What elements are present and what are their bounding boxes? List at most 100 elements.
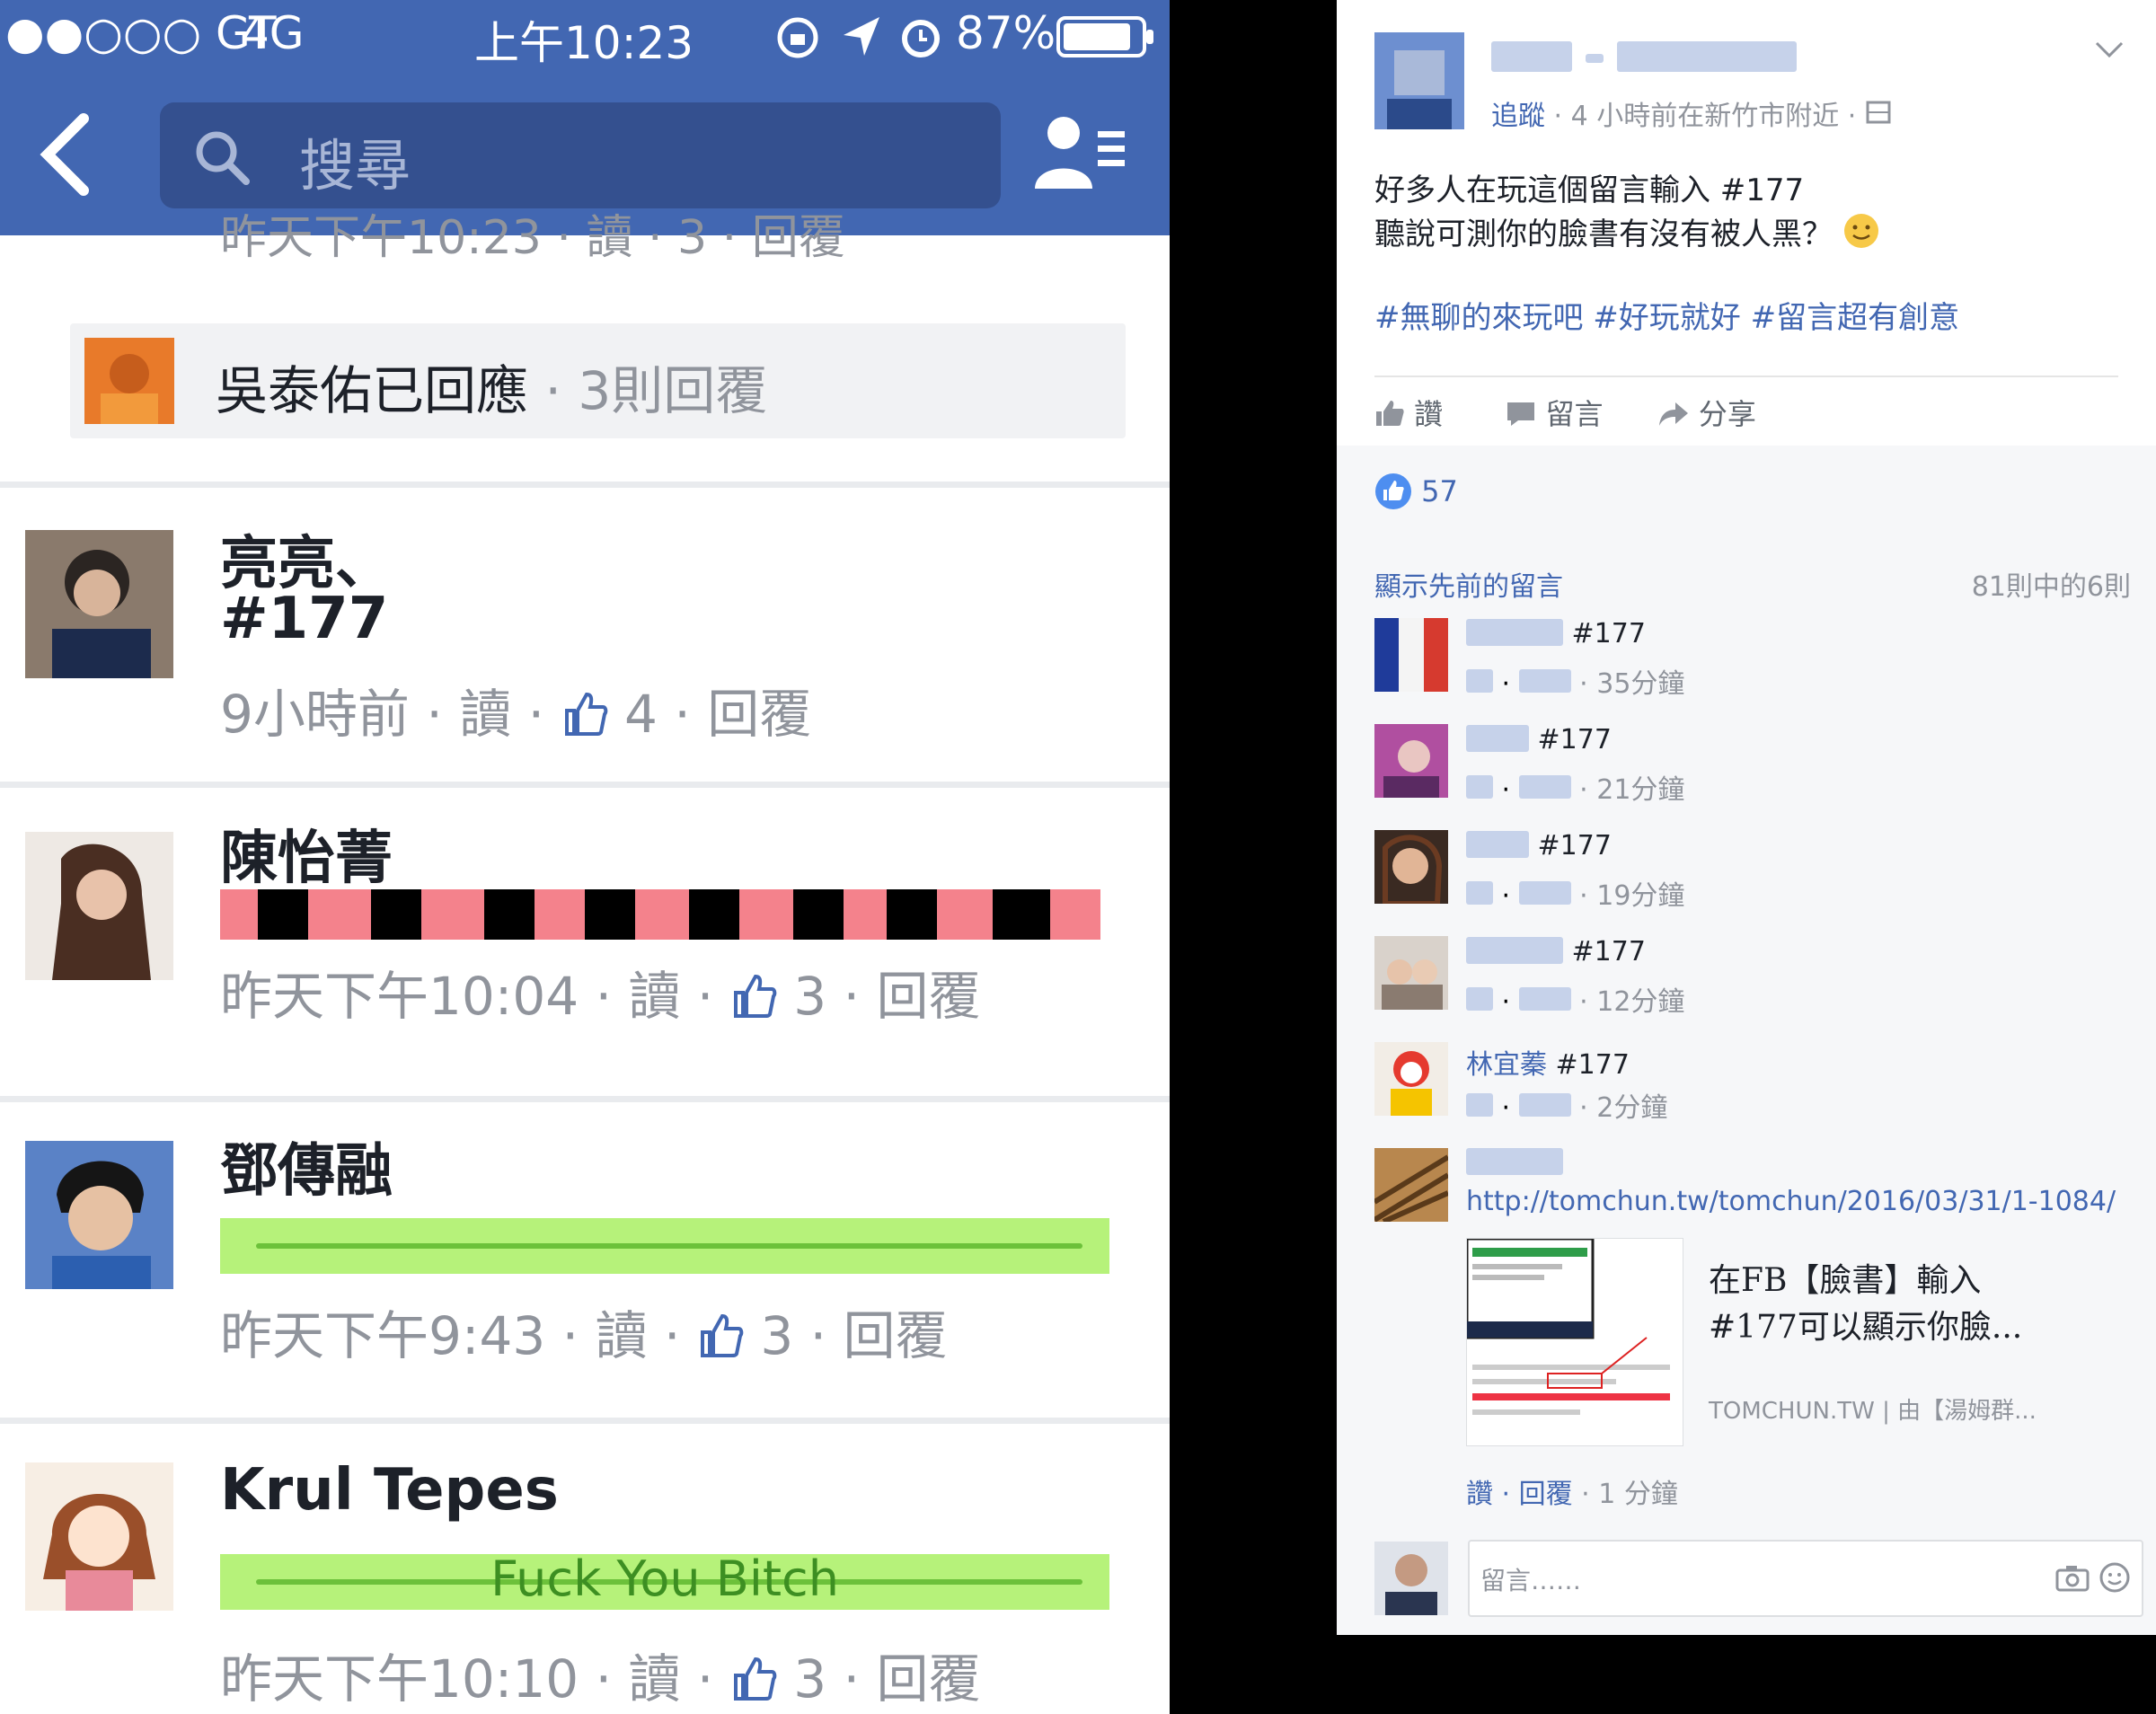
back-icon[interactable] (34, 110, 97, 203)
like-count: 3 (793, 966, 827, 1027)
alarm-icon (897, 13, 945, 72)
comment-text: #177 (220, 586, 389, 652)
comment-line: #177 (1466, 936, 1646, 967)
avatar[interactable] (25, 1462, 173, 1611)
comment-item: http://tomchun.tw/tomchun/2016/03/31/1-1… (1374, 1148, 2147, 1510)
link-preview-title[interactable]: 在FB【臉書】輸入 #177可以顯示你臉... (1709, 1258, 2022, 1351)
search-input[interactable]: 搜尋 (160, 102, 1001, 208)
avatar[interactable] (25, 1141, 173, 1289)
comment-actions[interactable]: 讚 · 回覆 (1466, 1479, 1573, 1510)
comment-text: #177 (1555, 1049, 1630, 1081)
like-thumb-icon[interactable] (697, 1311, 744, 1372)
like-summary[interactable]: 57 (1374, 473, 1458, 510)
search-icon (192, 128, 252, 190)
comment-time: · 21分鐘 (1579, 774, 1685, 806)
commenter-name-blurred[interactable] (1466, 937, 1563, 964)
comment-author[interactable]: Krul Tepes (220, 1457, 559, 1524)
like-badge-icon (1375, 473, 1411, 509)
post-text-line: 好多人在玩這個留言輸入 #177 (1374, 172, 1805, 208)
avatar (1374, 1542, 1448, 1615)
battery-icon (1056, 16, 1155, 68)
chevron-down-icon[interactable] (2093, 40, 2125, 65)
comment-time: · 1 分鐘 (1581, 1479, 1678, 1510)
reply-link[interactable]: 回覆 (876, 1648, 980, 1710)
carrier-label: ●●○○○ GT (5, 7, 277, 59)
avatar[interactable] (25, 832, 173, 980)
comment-line: #177 (1466, 830, 1612, 861)
avatar[interactable] (1374, 32, 1464, 129)
link-url[interactable]: http://tomchun.tw/tomchun/2016/03/31/1-1… (1466, 1186, 2116, 1217)
comment-meta: · · 19分鐘 (1466, 873, 1684, 913)
comment-author[interactable]: 鄧傳融 (220, 1125, 393, 1207)
avatar[interactable] (1374, 1148, 1448, 1222)
comment-label: 留言 (1545, 397, 1604, 431)
comment-time: 昨天下午10:10 (220, 1648, 579, 1710)
like-thumb-icon[interactable] (561, 689, 608, 750)
avatar[interactable] (1374, 830, 1448, 904)
reply-link[interactable]: 回覆 (876, 966, 980, 1027)
comment-time: 昨天下午10:04 (220, 966, 579, 1027)
avatar[interactable] (1374, 936, 1448, 1010)
like-thumb-icon[interactable] (730, 1654, 777, 1714)
read-label[interactable]: 讀 (628, 966, 680, 1027)
read-label[interactable]: 讀 (628, 1648, 680, 1710)
post-card: 追蹤 · 4 小時前在新竹市附近 · 好多人在玩這個留言輸入 #177 聽說可測… (1337, 0, 2156, 446)
share-label: 分享 (1698, 397, 1756, 431)
post-text: 好多人在玩這個留言輸入 #177 聽說可測你的臉書有沒有被人黑？ (1374, 169, 1880, 261)
link-preview-image[interactable] (1465, 1237, 1683, 1446)
emoji-icon[interactable] (2099, 1561, 2131, 1597)
comment-meta: · · 21分鐘 (1466, 767, 1684, 807)
commenter-name-blurred[interactable] (1466, 725, 1529, 752)
like-label: 讚 (1414, 397, 1444, 431)
like-action[interactable]: 讚 (1374, 397, 1452, 431)
reply-link[interactable]: 回覆 (844, 1305, 948, 1366)
comment-text: #177 (1571, 618, 1646, 649)
view-previous-comments[interactable]: 顯示先前的留言 (1374, 564, 1563, 604)
reply-link[interactable]: 回覆 (707, 684, 811, 745)
smile-emoji-icon (1842, 212, 1880, 261)
comment-time: 昨天下午9:43 (220, 1305, 546, 1366)
comment-link[interactable]: http://tomchun.tw/tomchun/2016/03/31/1-1… (1466, 1186, 2116, 1217)
location-icon (839, 13, 884, 72)
comment-action[interactable]: 留言 (1506, 397, 1612, 431)
read-label[interactable]: 讀 (596, 1305, 648, 1366)
commenter-name-blurred[interactable] (1466, 1148, 1563, 1182)
friends-list-icon[interactable] (1031, 111, 1130, 196)
comment-time: · 19分鐘 (1579, 880, 1685, 912)
post-actions: 讚 留言 分享 (1374, 392, 1756, 433)
commenter-name-blurred[interactable] (1466, 831, 1529, 858)
avatar[interactable] (1374, 724, 1448, 798)
avatar[interactable] (1374, 1042, 1448, 1116)
comment-input[interactable]: 留言…… (1468, 1540, 2143, 1617)
camera-icon[interactable] (2055, 1563, 2090, 1595)
search-placeholder: 搜尋 (299, 133, 411, 199)
comment-text: #177 (1537, 724, 1612, 755)
battery-percent: 87% (956, 7, 1056, 59)
comment-line: #177 (1466, 618, 1646, 649)
comment-meta: · · 2分鐘 (1466, 1085, 1667, 1125)
share-action[interactable]: 分享 (1657, 397, 1756, 431)
like-count: 3 (760, 1305, 794, 1366)
replies-summary[interactable]: 吳泰佑已回應 · 3則回覆 (70, 323, 1126, 438)
comment-author[interactable]: 陳怡菁 (220, 812, 393, 895)
replier-name: 吳泰佑已回應 (216, 360, 529, 421)
comment-meta: 昨天下午9:43 · 讀 · 3 · 回覆 (220, 1294, 948, 1372)
avatar[interactable] (25, 530, 173, 678)
clock: 上午10:23 (474, 17, 694, 69)
avatar[interactable] (1374, 618, 1448, 692)
commenter-name-blurred[interactable] (1466, 619, 1563, 646)
divider (0, 482, 1170, 488)
comment-text: #177 (1537, 830, 1612, 861)
divider (0, 1096, 1170, 1102)
like-thumb-icon[interactable] (730, 971, 777, 1032)
comment-meta: 昨天下午10:04 · 讀 · 3 · 回覆 (220, 954, 980, 1032)
comment-line: #177 (1466, 724, 1612, 755)
post-meta: 追蹤 · 4 小時前在新竹市附近 · (1491, 93, 1892, 133)
commenter-name[interactable]: 林宜蓁 (1466, 1049, 1547, 1081)
author-name-blurred[interactable] (1491, 41, 1798, 75)
read-label[interactable]: 讀 (459, 684, 511, 745)
follow-link[interactable]: 追蹤 (1491, 101, 1545, 132)
comment-item: Krul Tepes Fuck You Bitch 昨天下午10:10 · 讀 … (0, 1439, 1170, 1714)
comment-time: · 35分鐘 (1579, 668, 1685, 700)
post-hashtags[interactable]: #無聊的來玩吧 #好玩就好 #留言超有創意 (1374, 293, 1959, 337)
